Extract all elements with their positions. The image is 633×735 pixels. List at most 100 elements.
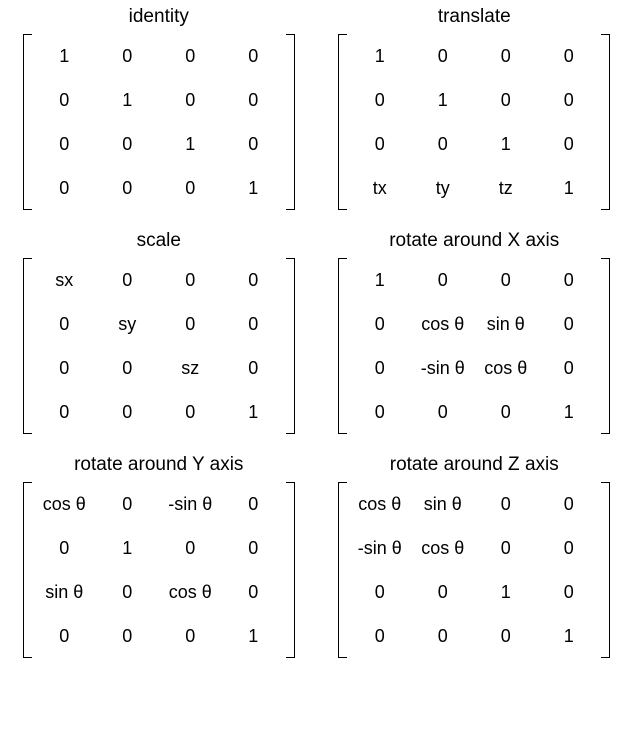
- matrix-cell: sin θ: [33, 570, 96, 614]
- matrix-cell: 0: [474, 614, 537, 658]
- matrix-block-rotate-y: rotate around Y axis cos θ0-sin θ0 0100 …: [14, 454, 304, 658]
- matrix-cell: 0: [96, 482, 159, 526]
- matrix-bracket: 1000 0100 0010 0001: [23, 34, 295, 210]
- matrix-bracket: sx000 0sy00 00sz0 0001: [23, 258, 295, 434]
- matrix-cell: 0: [33, 526, 96, 570]
- matrix-cell: 0: [537, 482, 600, 526]
- matrix-cell: 1: [537, 166, 600, 210]
- matrix-cell: 0: [159, 614, 222, 658]
- matrix-cell: 0: [474, 482, 537, 526]
- matrix-cell: tz: [474, 166, 537, 210]
- bracket-right-icon: [601, 482, 610, 658]
- matrix-cell: sx: [33, 258, 96, 302]
- matrix-cell: 0: [411, 390, 474, 434]
- matrix-cell: 0: [411, 34, 474, 78]
- matrix-cell: 0: [222, 570, 285, 614]
- matrix-cell: 0: [474, 526, 537, 570]
- matrix-cell: 0: [33, 122, 96, 166]
- matrix-cell: 0: [411, 122, 474, 166]
- matrix-table: 1000 0100 0010 txtytz1: [348, 34, 600, 210]
- matrix-cell: 0: [33, 346, 96, 390]
- matrix-cell: 0: [96, 122, 159, 166]
- matrix-cell: 1: [222, 390, 285, 434]
- matrix-block-rotate-x: rotate around X axis 1000 0cos θsin θ0 0…: [330, 230, 620, 434]
- matrix-cell: 0: [348, 570, 411, 614]
- matrix-bracket: 1000 0cos θsin θ0 0-sin θcos θ0 0001: [338, 258, 610, 434]
- matrix-cell: 0: [96, 614, 159, 658]
- matrix-cell: 0: [159, 166, 222, 210]
- matrix-cell: 0: [159, 258, 222, 302]
- matrix-cell: 0: [222, 34, 285, 78]
- matrix-cell: sin θ: [474, 302, 537, 346]
- bracket-left-icon: [23, 258, 32, 434]
- matrix-table: 1000 0cos θsin θ0 0-sin θcos θ0 0001: [348, 258, 600, 434]
- matrix-title: scale: [137, 230, 181, 252]
- matrix-cell: cos θ: [159, 570, 222, 614]
- matrix-cell: 1: [33, 34, 96, 78]
- bracket-left-icon: [338, 258, 347, 434]
- matrix-cell: 0: [537, 122, 600, 166]
- matrix-cell: 0: [537, 258, 600, 302]
- matrix-cell: 1: [474, 570, 537, 614]
- matrix-cell: 0: [96, 166, 159, 210]
- matrix-cell: 0: [159, 78, 222, 122]
- matrix-bracket: cos θ0-sin θ0 0100 sin θ0cos θ0 0001: [23, 482, 295, 658]
- matrix-cell: -sin θ: [159, 482, 222, 526]
- matrix-cell: cos θ: [474, 346, 537, 390]
- matrix-cell: 0: [222, 78, 285, 122]
- matrix-cell: 0: [348, 78, 411, 122]
- bracket-right-icon: [286, 34, 295, 210]
- matrix-cell: 0: [537, 302, 600, 346]
- bracket-left-icon: [338, 34, 347, 210]
- matrix-cell: 1: [159, 122, 222, 166]
- matrix-table: sx000 0sy00 00sz0 0001: [33, 258, 285, 434]
- matrix-cell: sy: [96, 302, 159, 346]
- matrix-grid: identity 1000 0100 0010 0001 translate 1…: [14, 6, 619, 658]
- matrix-block-scale: scale sx000 0sy00 00sz0 0001: [14, 230, 304, 434]
- matrix-cell: cos θ: [411, 526, 474, 570]
- matrix-cell: 0: [411, 258, 474, 302]
- matrix-cell: 1: [222, 614, 285, 658]
- matrix-cell: 0: [474, 258, 537, 302]
- matrix-title: rotate around Z axis: [390, 454, 559, 476]
- matrix-block-identity: identity 1000 0100 0010 0001: [14, 6, 304, 210]
- matrix-block-rotate-z: rotate around Z axis cos θsin θ00 -sin θ…: [330, 454, 620, 658]
- matrix-table: 1000 0100 0010 0001: [33, 34, 285, 210]
- matrix-cell: cos θ: [411, 302, 474, 346]
- matrix-cell: 1: [222, 166, 285, 210]
- matrix-cell: 0: [159, 526, 222, 570]
- matrix-cell: -sin θ: [348, 526, 411, 570]
- matrix-title: rotate around Y axis: [74, 454, 243, 476]
- matrix-cell: cos θ: [33, 482, 96, 526]
- bracket-left-icon: [338, 482, 347, 658]
- matrix-cell: 0: [96, 570, 159, 614]
- matrix-cell: cos θ: [348, 482, 411, 526]
- bracket-right-icon: [601, 258, 610, 434]
- matrix-cell: tx: [348, 166, 411, 210]
- matrix-cell: 0: [474, 78, 537, 122]
- matrix-cell: 1: [96, 78, 159, 122]
- bracket-right-icon: [286, 482, 295, 658]
- matrix-cell: 0: [474, 390, 537, 434]
- matrix-cell: 0: [33, 78, 96, 122]
- matrix-bracket: 1000 0100 0010 txtytz1: [338, 34, 610, 210]
- matrix-cell: 0: [222, 122, 285, 166]
- matrix-cell: 0: [537, 78, 600, 122]
- matrix-cell: 0: [348, 346, 411, 390]
- matrix-title: identity: [129, 6, 189, 28]
- matrix-cell: 1: [411, 78, 474, 122]
- matrix-table: cos θsin θ00 -sin θcos θ00 0010 0001: [348, 482, 600, 658]
- matrix-cell: 0: [159, 34, 222, 78]
- matrix-cell: 1: [537, 390, 600, 434]
- matrix-cell: 0: [411, 614, 474, 658]
- matrix-cell: 1: [348, 34, 411, 78]
- matrix-cell: 0: [96, 258, 159, 302]
- matrix-title: rotate around X axis: [389, 230, 559, 252]
- matrix-cell: 0: [96, 390, 159, 434]
- matrix-cell: 0: [537, 346, 600, 390]
- matrix-cell: 0: [222, 526, 285, 570]
- matrix-cell: 0: [222, 346, 285, 390]
- matrix-cell: 0: [222, 258, 285, 302]
- matrix-cell: 0: [348, 614, 411, 658]
- matrix-cell: 0: [411, 570, 474, 614]
